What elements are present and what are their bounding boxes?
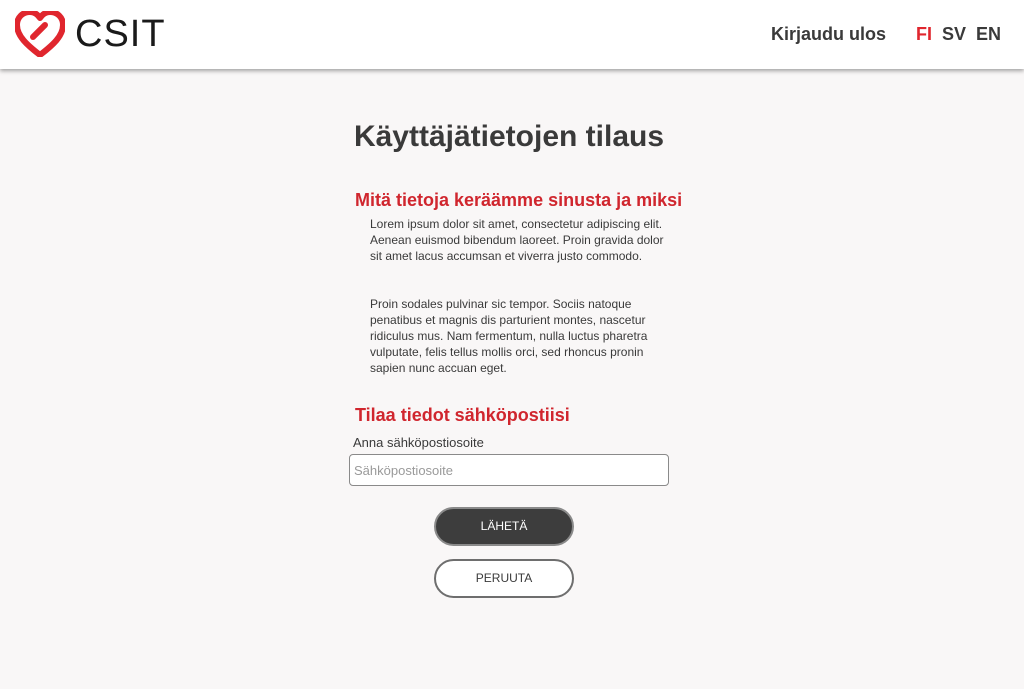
info-paragraph: Proin sodales pulvinar sic tempor. Socii… [370, 297, 648, 375]
language-en[interactable]: EN [976, 24, 1001, 45]
section-heading-subscribe: Tilaa tiedot sähköpostiisi [355, 405, 570, 425]
info-paragraph: Lorem ipsum dolor sit amet, consectetur … [370, 217, 664, 263]
logout-link[interactable]: Kirjaudu ulos [771, 24, 886, 45]
email-field[interactable] [349, 454, 669, 486]
cancel-button[interactable]: PERUUTA [434, 559, 574, 598]
logo[interactable]: CSIT [15, 11, 166, 57]
language-fi[interactable]: FI [916, 24, 932, 45]
email-field-label: Anna sähköpostiosoite [353, 435, 484, 450]
heart-logo-icon [15, 11, 65, 57]
section-heading-data-info: Mitä tietoja keräämme sinusta ja miksi [355, 190, 683, 210]
logo-text: CSIT [75, 13, 166, 55]
top-bar: CSIT Kirjaudu ulos FI SV EN [0, 0, 1024, 69]
language-sv[interactable]: SV [942, 24, 966, 45]
language-switcher: FI SV EN [916, 24, 1001, 45]
page-title: Käyttäjätietojen tilaus [353, 120, 665, 153]
send-button[interactable]: LÄHETÄ [434, 507, 574, 546]
